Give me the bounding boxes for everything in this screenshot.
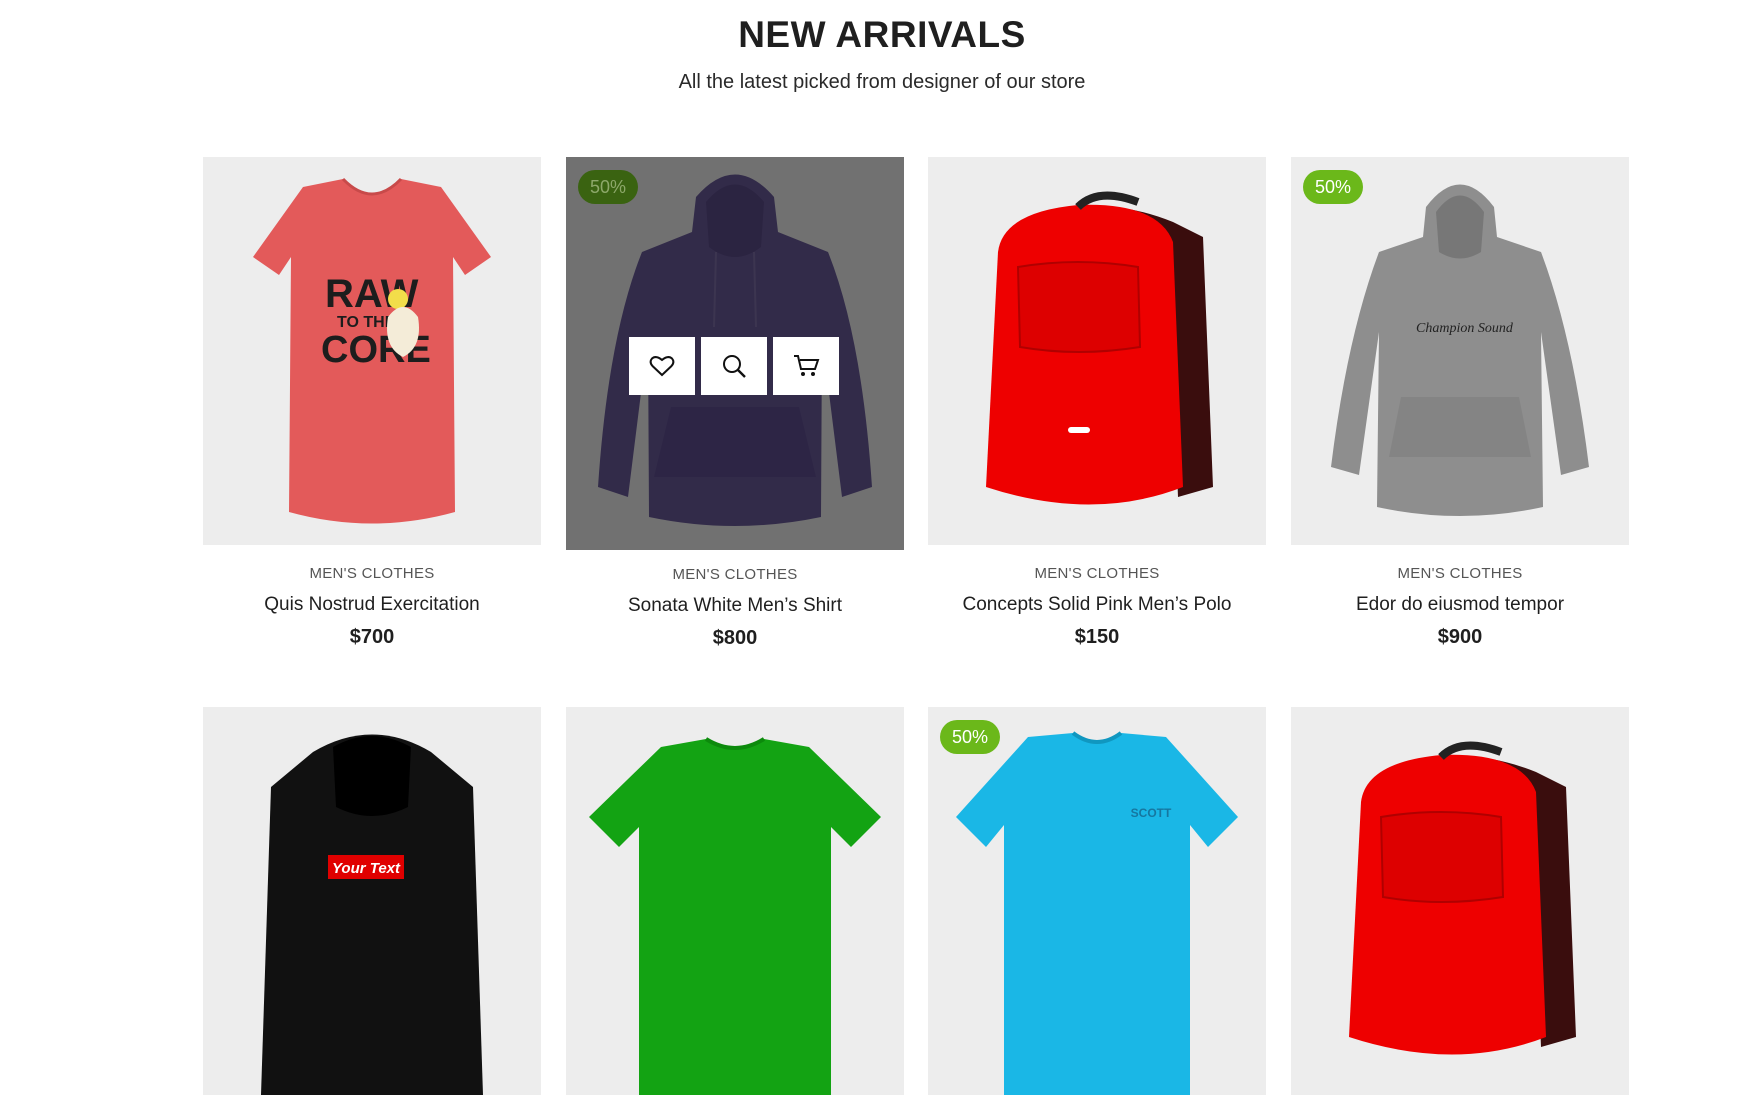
cart-icon — [794, 355, 820, 376]
svg-text:Champion Sound: Champion Sound — [1416, 321, 1514, 336]
red-backpack-image — [1349, 741, 1576, 1055]
product-card[interactable] — [566, 707, 904, 1095]
red-backpack-image — [986, 191, 1213, 505]
green-tshirt-image — [589, 737, 881, 1095]
section-subtitle: All the latest picked from designer of o… — [678, 71, 1086, 93]
heart-icon — [649, 356, 675, 377]
black-hoodie-image: Your Text — [261, 734, 483, 1095]
product-image[interactable] — [928, 157, 1266, 545]
product-price: $900 — [1437, 626, 1483, 648]
add-to-cart-button[interactable] — [773, 337, 839, 395]
product-category: MEN'S CLOTHES — [1397, 565, 1523, 582]
wishlist-button[interactable] — [629, 337, 695, 395]
product-name[interactable]: Concepts Solid Pink Men’s Polo — [928, 594, 1266, 616]
discount-badge: 50% — [1303, 170, 1363, 204]
product-image[interactable] — [566, 707, 904, 1095]
product-category: MEN'S CLOTHES — [672, 566, 798, 583]
product-image[interactable]: 50% — [566, 157, 904, 550]
product-name[interactable]: Edor do eiusmod tempor — [1291, 594, 1629, 616]
quick-view-button[interactable] — [701, 337, 767, 395]
product-category: MEN'S CLOTHES — [309, 565, 435, 582]
product-image[interactable]: Your Text — [203, 707, 541, 1095]
product-name[interactable]: Quis Nostrud Exercitation — [203, 594, 541, 616]
product-actions — [629, 337, 839, 395]
product-image[interactable]: SCOTT 50% — [928, 707, 1266, 1095]
product-card[interactable]: RAW TO THE CORE MEN'S CLOTHES Quis Nostr… — [203, 157, 541, 649]
product-card[interactable]: Your Text — [203, 707, 541, 1095]
product-card[interactable]: Champion Sound 50% MEN'S CLOTHES Edor do… — [1291, 157, 1629, 649]
product-price: $700 — [349, 626, 395, 648]
product-price: $800 — [712, 627, 758, 649]
product-card[interactable]: 50% MEN'S CLOTHES Sonata White Men’s Shi… — [566, 157, 904, 650]
product-price: $150 — [1074, 626, 1120, 648]
section-title: NEW ARRIVALS — [738, 14, 1026, 55]
product-image[interactable]: RAW TO THE CORE — [203, 157, 541, 545]
product-card[interactable]: MEN'S CLOTHES Concepts Solid Pink Men’s … — [928, 157, 1266, 649]
search-icon — [723, 355, 746, 378]
red-tshirt-image: RAW TO THE CORE — [253, 177, 491, 524]
product-card[interactable] — [1291, 707, 1629, 1095]
product-category: MEN'S CLOTHES — [1034, 565, 1160, 582]
blue-tshirt-image: SCOTT — [956, 731, 1238, 1095]
svg-text:Your Text: Your Text — [332, 860, 401, 877]
product-image[interactable]: Champion Sound 50% — [1291, 157, 1629, 545]
grey-hoodie-image: Champion Sound — [1331, 184, 1589, 516]
product-image[interactable] — [1291, 707, 1629, 1095]
product-card[interactable]: SCOTT 50% — [928, 707, 1266, 1095]
svg-text:SCOTT: SCOTT — [1131, 806, 1172, 820]
discount-badge: 50% — [940, 720, 1000, 754]
product-name[interactable]: Sonata White Men’s Shirt — [566, 595, 904, 617]
discount-badge: 50% — [578, 170, 638, 204]
